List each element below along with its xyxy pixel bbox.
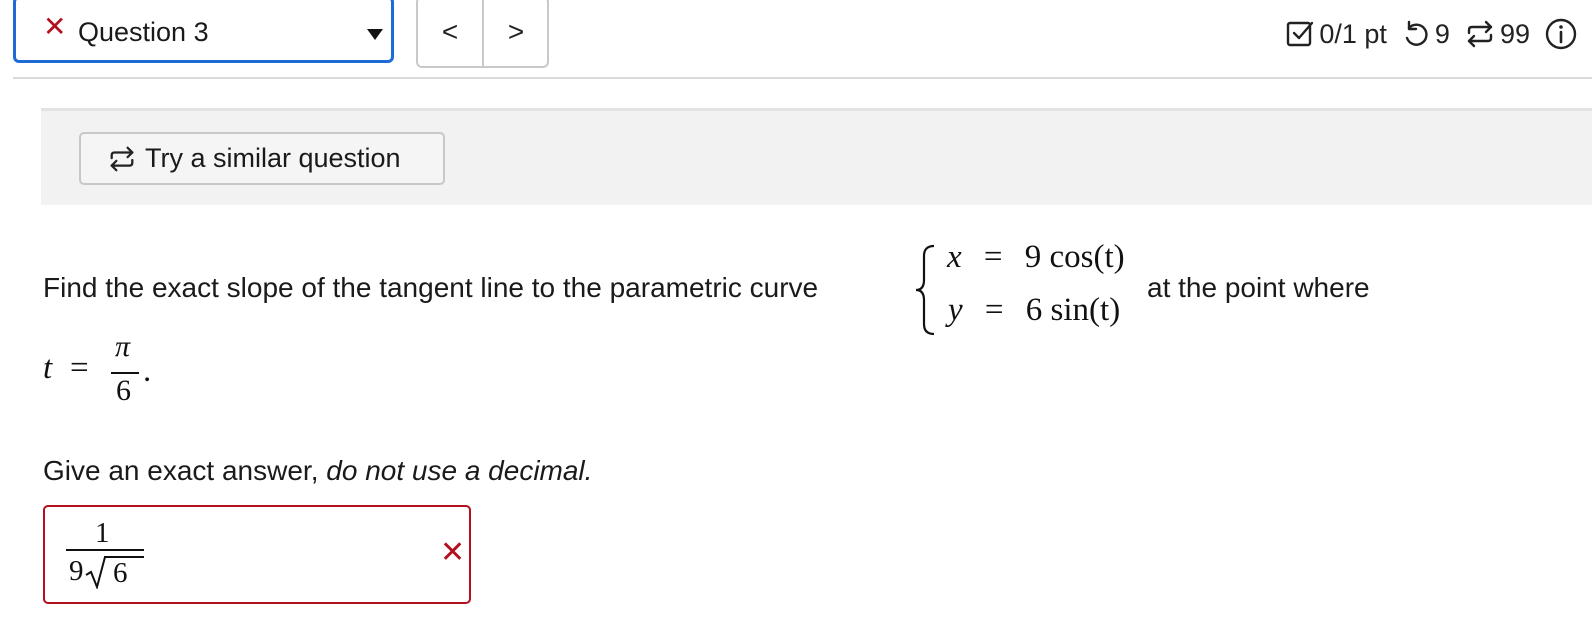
t-period: . xyxy=(143,353,152,389)
checkbox-icon xyxy=(1287,21,1314,47)
header-divider xyxy=(13,77,1592,79)
previous-question-button[interactable]: < xyxy=(418,0,484,66)
y-rhs: 6 sin(t) xyxy=(1025,292,1121,328)
chevron-left-icon: < xyxy=(441,16,459,47)
y-equation: y = 6 sin(t) xyxy=(948,292,1121,328)
answer-numerator: 1 xyxy=(95,517,110,549)
question-prompt-tail: at the point where xyxy=(1147,272,1370,303)
score-text: 0/1 pt xyxy=(1319,18,1387,49)
chevron-right-icon: > xyxy=(507,16,525,47)
question-prompt: Find the exact slope of the tangent line… xyxy=(43,272,819,303)
question-status-bar: 0/1 pt 9 99 xyxy=(1285,14,1592,54)
caret-down-icon xyxy=(367,29,383,40)
repeat-icon xyxy=(107,144,137,174)
undo-icon xyxy=(1405,20,1428,46)
info-button[interactable] xyxy=(1544,17,1578,51)
score-indicator: 0/1 pt xyxy=(1285,19,1387,50)
wrong-answer-icon: ✕ xyxy=(440,536,466,569)
x-equation: x = 9 cos(t) xyxy=(947,239,1125,275)
sqrt-icon xyxy=(85,556,106,589)
try-similar-label: Try a similar question xyxy=(145,143,401,173)
retries-indicator: 9 xyxy=(1401,19,1450,50)
question-nav: < > xyxy=(416,0,549,68)
t-numerator: π xyxy=(115,330,131,363)
answer-denominator-coef: 9 xyxy=(69,555,84,587)
instruction-emphasis: do not use a decimal. xyxy=(326,455,593,486)
answer-instruction: Give an exact answer, do not use a decim… xyxy=(43,455,592,487)
x-variable: x xyxy=(947,239,962,275)
left-brace-icon xyxy=(915,244,935,336)
x-icon: ✕ xyxy=(43,11,67,42)
question-selector[interactable]: ✕ Question 3 xyxy=(13,0,394,63)
repeat-icon xyxy=(1467,20,1493,48)
retries-count: 9 xyxy=(1434,18,1450,49)
x-rhs: 9 cos(t) xyxy=(1024,239,1125,275)
answer-denominator-radicand: 6 xyxy=(113,557,128,589)
next-question-button[interactable]: > xyxy=(484,0,548,66)
t-equals: = xyxy=(70,350,89,386)
attempts-indicator: 99 xyxy=(1464,19,1530,50)
answer-fraction-bar xyxy=(66,549,144,551)
t-variable: t xyxy=(43,350,53,386)
instruction-text: Give an exact answer, xyxy=(43,455,327,486)
answer-input[interactable]: 1 9 6 xyxy=(43,505,471,604)
info-icon xyxy=(1545,18,1577,50)
try-similar-question-button[interactable]: Try a similar question xyxy=(79,132,445,185)
y-variable: y xyxy=(948,292,963,328)
attempts-count: 99 xyxy=(1499,18,1530,49)
question-label: Question 3 xyxy=(78,17,209,47)
t-denominator: 6 xyxy=(116,374,131,407)
